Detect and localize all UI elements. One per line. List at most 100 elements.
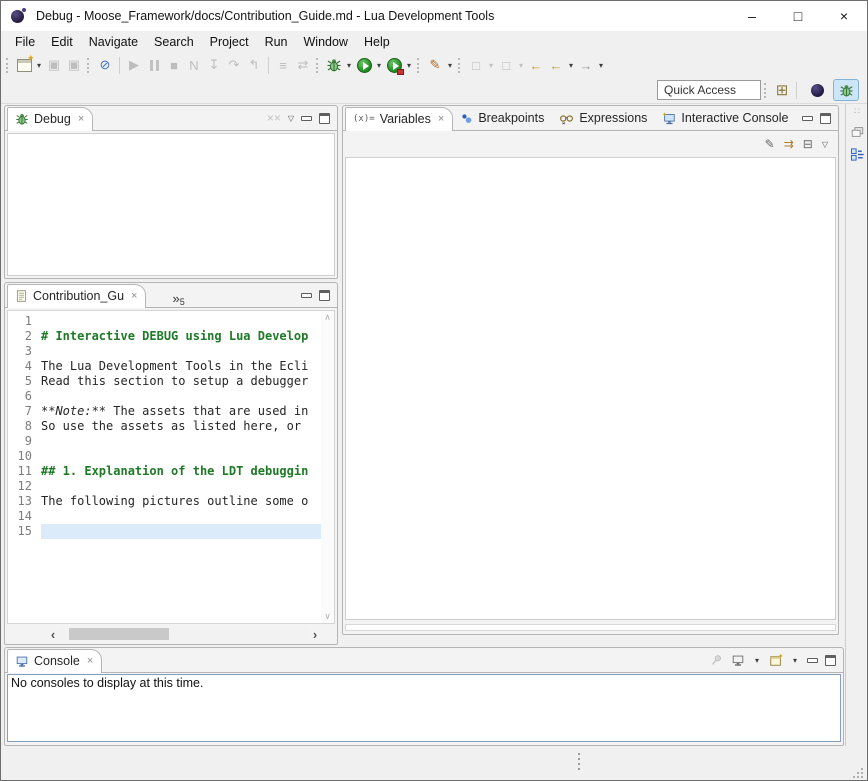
disconnect-button[interactable]: N bbox=[184, 54, 204, 76]
resume-button[interactable]: ▶ bbox=[124, 54, 144, 76]
forward-button[interactable]: → bbox=[576, 54, 596, 76]
back-dropdown[interactable]: ▾ bbox=[566, 61, 576, 70]
previous-annotation-dropdown[interactable]: ▾ bbox=[486, 61, 496, 70]
debug-view-menu-icon[interactable]: ▽ bbox=[288, 114, 294, 123]
tab-editor-contribution-guide[interactable]: Contribution_Gu × bbox=[7, 284, 146, 308]
menu-edit[interactable]: Edit bbox=[43, 33, 81, 51]
tab-editor-close-icon[interactable]: × bbox=[131, 290, 137, 302]
menu-help[interactable]: Help bbox=[356, 33, 398, 51]
editor-line-14[interactable]: 14 bbox=[8, 509, 321, 524]
tab-console[interactable]: Console × bbox=[7, 649, 102, 673]
show-skipped-button[interactable]: ⇄ bbox=[293, 54, 313, 76]
profile-button[interactable] bbox=[384, 54, 404, 76]
debug-view-maximize-button[interactable] bbox=[319, 113, 330, 124]
debug-button[interactable] bbox=[324, 54, 344, 76]
editor-content[interactable]: 12# Interactive DEBUG using Lua Develop3… bbox=[7, 310, 335, 624]
toolbar-grip[interactable] bbox=[6, 58, 11, 73]
previous-annotation-button[interactable]: □ bbox=[466, 54, 486, 76]
editor-vertical-scrollbar[interactable]: ∧ ∨ bbox=[321, 311, 334, 623]
window-minimize-button[interactable]: – bbox=[729, 1, 775, 31]
tab-variables[interactable]: (x)= Variables × bbox=[345, 107, 453, 131]
editor-line-4[interactable]: 4The Lua Development Tools in the Ecli bbox=[8, 359, 321, 374]
console-minimize-button[interactable] bbox=[807, 658, 818, 663]
pin-console-icon[interactable] bbox=[710, 653, 724, 667]
open-perspective-button[interactable]: ⊞ bbox=[772, 79, 792, 101]
profile-dropdown[interactable]: ▾ bbox=[404, 61, 414, 70]
suspend-button[interactable] bbox=[144, 54, 164, 76]
scroll-right-icon[interactable]: › bbox=[309, 627, 321, 642]
perspective-ldt-button[interactable] bbox=[804, 79, 830, 101]
run-button[interactable] bbox=[354, 54, 374, 76]
editor-line-3[interactable]: 3 bbox=[8, 344, 321, 359]
save-all-button[interactable]: ▣ bbox=[64, 54, 84, 76]
scroll-up-icon[interactable]: ∧ bbox=[324, 312, 331, 323]
window-maximize-button[interactable]: □ bbox=[775, 1, 821, 31]
quick-access-input[interactable]: Quick Access bbox=[657, 80, 761, 100]
editor-line-13[interactable]: 13The following pictures outline some o bbox=[8, 494, 321, 509]
run-dropdown[interactable]: ▾ bbox=[374, 61, 384, 70]
window-close-button[interactable]: × bbox=[821, 1, 867, 31]
editor-more-tabs-chevron[interactable]: »5 bbox=[172, 291, 184, 307]
outline-view-icon[interactable] bbox=[850, 147, 866, 162]
scroll-down-icon[interactable]: ∨ bbox=[324, 611, 331, 622]
window-resize-grip[interactable] bbox=[861, 776, 863, 778]
editor-line-11[interactable]: 11## 1. Explanation of the LDT debuggin bbox=[8, 464, 321, 479]
next-annotation-dropdown[interactable]: ▾ bbox=[516, 61, 526, 70]
scroll-left-icon[interactable]: ‹ bbox=[47, 627, 59, 642]
step-return-button[interactable]: ↰ bbox=[244, 54, 264, 76]
console-content[interactable]: No consoles to display at this time. bbox=[7, 674, 841, 742]
trim-drag-handle[interactable]: ∷ bbox=[854, 106, 861, 117]
editor-maximize-button[interactable] bbox=[319, 290, 330, 301]
new-wizard-dropdown[interactable]: ▾ bbox=[34, 61, 44, 70]
next-annotation-button[interactable]: □ bbox=[496, 54, 516, 76]
open-console-icon[interactable]: ✦ bbox=[769, 653, 783, 667]
console-maximize-button[interactable] bbox=[825, 655, 836, 666]
editor-minimize-button[interactable] bbox=[301, 293, 312, 298]
new-wizard-button[interactable] bbox=[14, 54, 34, 76]
save-button[interactable]: ▣ bbox=[44, 54, 64, 76]
back-button[interactable]: ← bbox=[546, 54, 566, 76]
editor-line-2[interactable]: 2# Interactive DEBUG using Lua Develop bbox=[8, 329, 321, 344]
editor-line-6[interactable]: 6 bbox=[8, 389, 321, 404]
step-over-button[interactable]: ↷ bbox=[224, 54, 244, 76]
tab-interactive-console[interactable]: ✦ Interactive Console bbox=[655, 106, 796, 130]
collapse-all-button[interactable]: ⊟ bbox=[803, 137, 813, 151]
debug-view-minimize-button[interactable] bbox=[301, 116, 312, 121]
external-tools-button[interactable]: ✎ bbox=[425, 54, 445, 76]
use-step-filters-button[interactable]: ≡ bbox=[273, 54, 293, 76]
tab-debug-close-icon[interactable]: × bbox=[78, 113, 84, 125]
editor-line-10[interactable]: 10 bbox=[8, 449, 321, 464]
step-into-button[interactable]: ↧ bbox=[204, 54, 224, 76]
variables-view-maximize-button[interactable] bbox=[820, 113, 831, 124]
tab-variables-close-icon[interactable]: × bbox=[438, 113, 444, 125]
open-console-dropdown[interactable]: ▾ bbox=[790, 656, 800, 665]
remove-terminated-button[interactable]: ×× bbox=[267, 111, 281, 125]
status-drag-handle[interactable] bbox=[578, 753, 580, 755]
toolbar-grip[interactable] bbox=[316, 58, 321, 73]
editor-line-12[interactable]: 12 bbox=[8, 479, 321, 494]
tab-expressions[interactable]: Expressions bbox=[552, 106, 655, 130]
editor-horizontal-scrollbar[interactable]: ‹ › bbox=[47, 627, 321, 641]
menu-run[interactable]: Run bbox=[257, 33, 296, 51]
tab-debug[interactable]: Debug × bbox=[7, 107, 93, 131]
toolbar-grip[interactable] bbox=[87, 58, 92, 73]
toolbar-grip[interactable] bbox=[764, 83, 769, 98]
editor-line-5[interactable]: 5Read this section to setup a debugger bbox=[8, 374, 321, 389]
menu-search[interactable]: Search bbox=[146, 33, 202, 51]
menu-project[interactable]: Project bbox=[202, 33, 257, 51]
skip-all-breakpoints-button[interactable]: ⊘ bbox=[95, 54, 115, 76]
display-console-dropdown[interactable]: ▾ bbox=[752, 656, 762, 665]
restore-views-icon[interactable] bbox=[850, 125, 865, 139]
show-logical-structure-button[interactable]: ⇉ bbox=[784, 137, 794, 151]
menu-file[interactable]: File bbox=[7, 33, 43, 51]
menu-navigate[interactable]: Navigate bbox=[81, 33, 146, 51]
scrollbar-track[interactable] bbox=[59, 628, 309, 640]
last-edit-location-button[interactable]: ← bbox=[526, 54, 546, 76]
editor-line-8[interactable]: 8So use the assets as listed here, or bbox=[8, 419, 321, 434]
tab-console-close-icon[interactable]: × bbox=[87, 655, 93, 667]
toolbar-grip[interactable] bbox=[458, 58, 463, 73]
menu-window[interactable]: Window bbox=[296, 33, 356, 51]
variables-view-menu-icon[interactable]: ▽ bbox=[822, 140, 828, 149]
editor-line-9[interactable]: 9 bbox=[8, 434, 321, 449]
editor-line-1[interactable]: 1 bbox=[8, 314, 321, 329]
